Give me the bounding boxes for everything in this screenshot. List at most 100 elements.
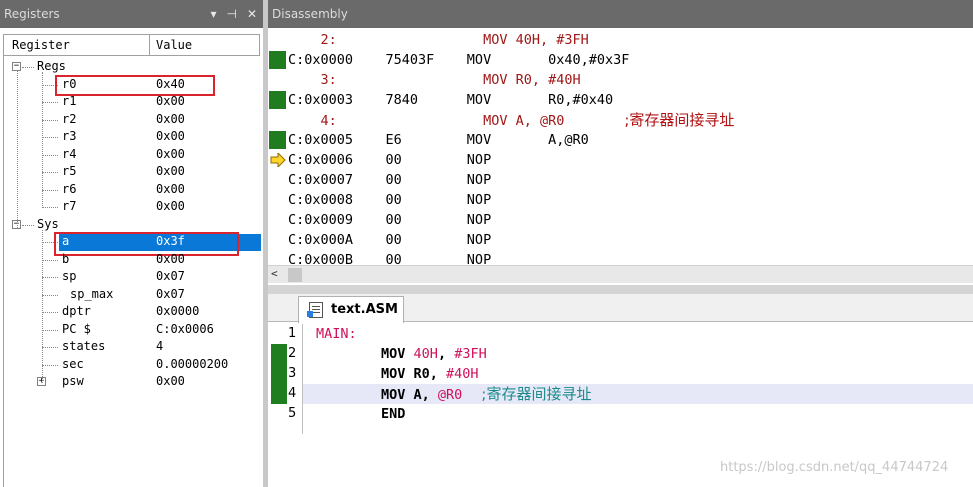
line-text: C:0x000A 00 NOP xyxy=(288,232,492,248)
register-value: 0x00 xyxy=(156,94,185,108)
tab-label: text.ASM xyxy=(331,302,398,317)
tree-connector xyxy=(42,207,58,208)
tab-text-asm[interactable]: text.ASM xyxy=(298,296,404,323)
tree-connector xyxy=(42,259,58,261)
code-line[interactable]: MAIN: xyxy=(316,324,357,344)
code-token: @R0 xyxy=(437,387,463,403)
tree-connector xyxy=(42,154,58,156)
line-number: 4 xyxy=(288,386,297,401)
register-name: r5 xyxy=(62,164,77,178)
source-line[interactable]: 2: MOV 40H, #3FH xyxy=(288,30,589,50)
line-number: 1 xyxy=(288,326,297,341)
line-number-gutter: 1 2 3 4 5 xyxy=(268,324,301,487)
register-name: r6 xyxy=(62,181,77,196)
scroll-left-icon[interactable]: < xyxy=(271,267,278,280)
disassembly-horizontal-scrollbar[interactable]: < xyxy=(268,265,973,283)
tree-connector xyxy=(22,67,34,68)
register-name: psw xyxy=(62,374,84,388)
tree-connector xyxy=(42,137,58,138)
executed-line-marker xyxy=(269,91,286,109)
line-number: 5 xyxy=(288,406,297,421)
tree-connector xyxy=(42,119,58,121)
code-line[interactable]: MOV A, @R0 ;寄存器间接寻址 xyxy=(316,384,591,404)
register-name: r4 xyxy=(62,146,77,161)
code-token: #3FH xyxy=(454,346,487,362)
instruction-line[interactable]: C:0x0005 E6 MOV A,@R0 xyxy=(288,130,589,150)
tree-connector xyxy=(42,312,58,313)
instruction-line[interactable]: C:0x0008 00 NOP xyxy=(288,190,491,210)
instruction-line[interactable]: C:0x000A 00 NOP xyxy=(288,230,491,250)
tree-connector xyxy=(22,224,34,226)
code-token: MAIN: xyxy=(316,326,357,342)
source-line[interactable]: 3: MOV R0, #40H xyxy=(288,70,581,90)
register-name: r7 xyxy=(62,199,77,213)
register-name: states xyxy=(62,339,106,353)
watermark: https://blog.csdn.net/qq_44744724 xyxy=(720,460,949,475)
scroll-thumb[interactable] xyxy=(288,268,302,282)
horizontal-splitter[interactable] xyxy=(268,285,973,294)
code-token: MOV R0, xyxy=(316,366,447,382)
line-text: C:0x0003 7840 MOV R0,#0x40 xyxy=(288,92,614,108)
line-text: 2: MOV 40H, #3FH xyxy=(288,32,589,48)
code-line[interactable]: MOV 40H, #3FH xyxy=(316,344,487,364)
code-token: , xyxy=(437,346,455,362)
line-text: 4: MOV A, @R0 xyxy=(288,113,565,129)
executed-line-marker xyxy=(271,344,287,364)
tree-connector xyxy=(42,347,58,348)
registers-title-icons: ▾ ⊣ ✕ xyxy=(210,0,257,28)
tree-connector xyxy=(42,72,43,208)
column-register[interactable]: Register xyxy=(4,35,150,55)
pin-icon[interactable]: ⊣ xyxy=(226,0,236,28)
code-line[interactable]: MOV R0, #40H xyxy=(316,364,479,384)
instruction-line[interactable]: C:0x0009 00 NOP xyxy=(288,210,491,230)
line-text: C:0x0000 75403F MOV 0x40,#0x3F xyxy=(288,52,630,68)
register-value: C:0x0006 xyxy=(156,321,214,336)
disassembly-title: Disassembly xyxy=(272,7,348,21)
register-name: dptr xyxy=(62,304,91,318)
code-token: END xyxy=(316,406,406,422)
instruction-line[interactable]: C:0x0000 75403F MOV 0x40,#0x3F xyxy=(288,50,629,70)
line-text: C:0x0007 00 NOP xyxy=(288,172,492,188)
tree-connector xyxy=(42,189,58,191)
register-name: sp xyxy=(62,269,77,283)
line-text: C:0x0008 00 NOP xyxy=(288,192,492,208)
tree-connector xyxy=(42,277,58,278)
registers-column-header: Register Value xyxy=(3,34,260,56)
instruction-line[interactable]: C:0x0007 00 NOP xyxy=(288,170,491,190)
code-token: 40H xyxy=(413,346,438,362)
executed-line-marker xyxy=(271,364,287,384)
line-text: C:0x0005 E6 MOV A,@R0 xyxy=(288,132,589,148)
editor-panel: text.ASM 1 2 3 4 5 MAIN: MOV 40H, #3FH MOV R… xyxy=(268,294,973,487)
register-value: 0x00 xyxy=(156,129,185,143)
line-text: C:0x0006 00 NOP xyxy=(288,152,492,168)
instruction-line[interactable]: C:0x0003 7840 MOV R0,#0x40 xyxy=(288,90,613,110)
register-value: 0x00 xyxy=(156,199,185,213)
tree-group-label: Sys xyxy=(37,216,59,231)
register-value: 0x00 xyxy=(156,251,185,266)
column-value[interactable]: Value xyxy=(156,35,192,55)
instruction-line[interactable]: C:0x0006 00 NOP xyxy=(288,150,491,170)
line-comment: ;寄存器间接寻址 xyxy=(624,111,735,129)
line-text: C:0x0009 00 NOP xyxy=(288,212,492,228)
register-value: 4 xyxy=(156,339,164,353)
asm-file-icon xyxy=(307,302,323,318)
editor-tab-strip: text.ASM xyxy=(268,294,973,323)
executed-line-marker xyxy=(269,131,286,149)
source-line[interactable]: 4: MOV A, @R0 ;寄存器间接寻址 xyxy=(288,110,735,130)
close-icon[interactable]: ✕ xyxy=(247,0,257,28)
tree-connector xyxy=(42,329,58,331)
register-name: PC $ xyxy=(62,321,91,336)
register-name: r2 xyxy=(62,111,77,126)
register-name: r3 xyxy=(62,129,77,143)
tree-connector xyxy=(42,172,58,173)
register-name: b xyxy=(62,251,70,266)
executed-line-marker xyxy=(271,384,287,404)
tree-connector xyxy=(42,364,58,366)
register-name: sp_max xyxy=(70,286,114,301)
disassembly-title-bar: Disassembly xyxy=(268,0,973,28)
register-value: 0x00 xyxy=(156,146,185,161)
dropdown-icon[interactable]: ▾ xyxy=(210,0,216,28)
register-value: 0x0000 xyxy=(156,304,200,318)
line-number: 2 xyxy=(288,346,297,361)
code-line[interactable]: END xyxy=(316,404,405,424)
